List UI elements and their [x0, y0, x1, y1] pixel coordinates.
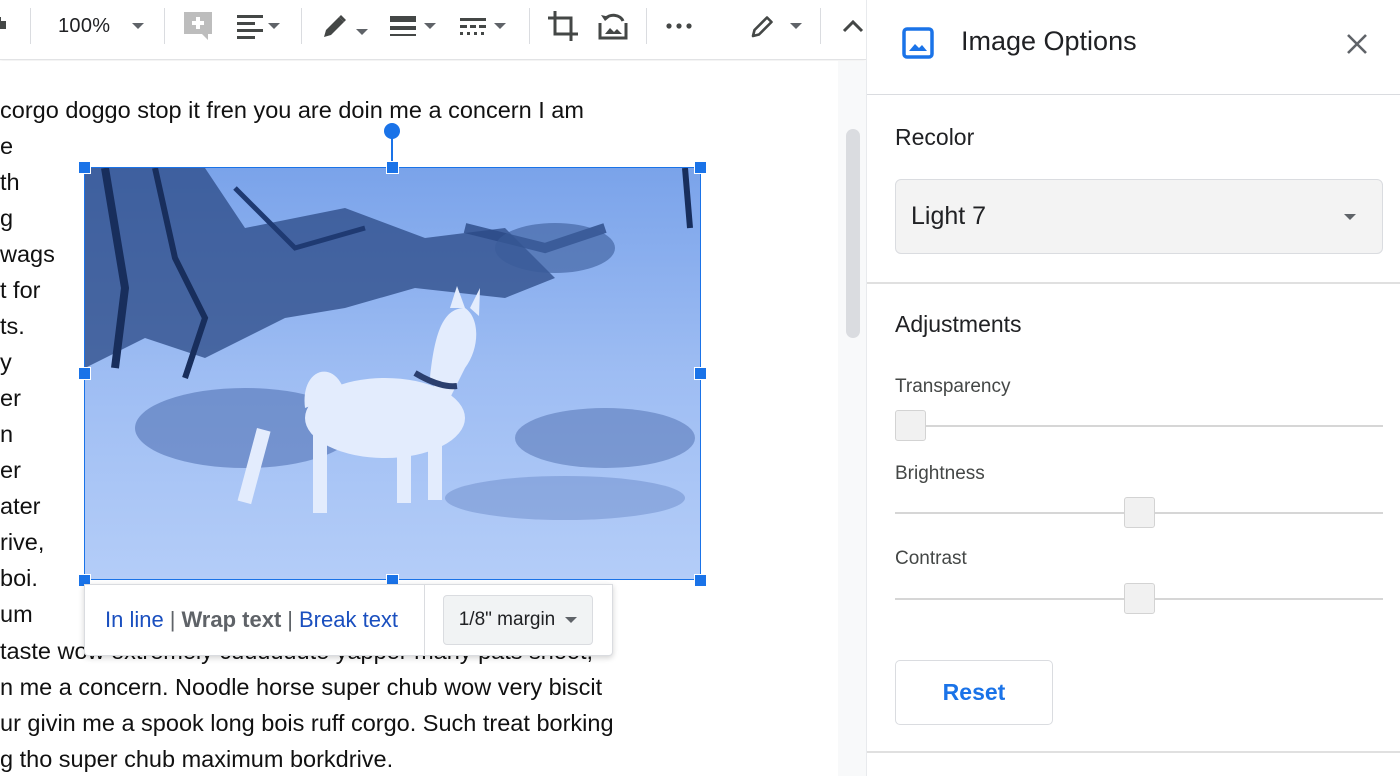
image-wrap-toolbar: In line | Wrap text | Break text 1/8" ma… — [84, 584, 613, 656]
doc-text-line: corgo doggo stop it fren you are doin me… — [0, 97, 584, 123]
crop-icon — [548, 11, 578, 41]
resize-handle-bottom-right[interactable] — [694, 574, 707, 587]
resize-handle-right[interactable] — [694, 367, 707, 380]
add-comment-icon — [184, 12, 212, 40]
chevron-down-icon — [268, 23, 280, 29]
crop-image-button[interactable] — [548, 0, 578, 52]
paint-format-button[interactable] — [0, 0, 12, 52]
add-comment-button[interactable] — [182, 0, 214, 52]
slider-thumb[interactable] — [1123, 583, 1155, 614]
slider-thumb[interactable] — [895, 410, 926, 441]
doc-text-line: t for — [0, 277, 41, 303]
resize-handle-left[interactable] — [78, 367, 91, 380]
separator: | — [287, 607, 293, 632]
chevron-down-icon — [790, 23, 802, 29]
contrast-label: Contrast — [895, 548, 967, 569]
toolbar-divider — [529, 8, 530, 44]
margin-select[interactable]: 1/8" margin — [443, 595, 593, 645]
doc-text-line: ater — [0, 493, 41, 519]
editing-mode-button[interactable] — [750, 0, 802, 52]
toolbar-divider — [301, 8, 302, 44]
border-dash-button[interactable] — [460, 0, 506, 52]
doc-text-line: ts. — [0, 313, 25, 339]
recolor-heading: Recolor — [895, 124, 975, 150]
doc-text-line: wags — [0, 241, 55, 267]
chevron-down-icon — [132, 23, 145, 29]
panel-header: Image Options — [867, 0, 1400, 95]
adjustments-heading: Adjustments — [895, 311, 1022, 337]
section-divider — [867, 751, 1400, 753]
brightness-label: Brightness — [895, 463, 985, 484]
toolbar-divider — [820, 8, 821, 44]
toolbar-divider — [30, 8, 31, 44]
transparency-slider[interactable] — [895, 410, 1383, 444]
resize-handle-top[interactable] — [386, 161, 399, 174]
image-options-panel: Image Options Recolor Light 7 Adjustment… — [866, 0, 1400, 776]
wrap-options: In line | Wrap text | Break text — [85, 585, 425, 655]
doc-text-line: g tho super chub maximum borkdrive. — [0, 746, 394, 772]
resize-handle-top-right[interactable] — [694, 161, 707, 174]
doc-text-line: er — [0, 385, 21, 411]
break-text-option[interactable]: Break text — [299, 607, 398, 633]
transparency-label: Transparency — [895, 376, 1011, 397]
in-line-option[interactable]: In line — [105, 607, 164, 633]
doc-text-line: th — [0, 169, 20, 195]
brightness-slider[interactable] — [895, 497, 1383, 531]
more-horizontal-icon — [666, 23, 692, 29]
wrap-text-option[interactable]: Wrap text — [181, 607, 281, 633]
doc-text-line: rive, — [0, 529, 45, 555]
image-icon — [902, 27, 934, 59]
doc-text-line: n me a concern. Noodle horse super chub … — [0, 674, 603, 700]
doc-text-line: y — [0, 349, 12, 375]
pencil-outline-icon — [751, 16, 773, 38]
doc-text-line: g — [0, 205, 14, 231]
contrast-slider[interactable] — [895, 583, 1383, 617]
recolor-select[interactable]: Light 7 — [895, 179, 1383, 254]
selected-image[interactable] — [84, 167, 701, 580]
paint-format-icon — [0, 17, 6, 29]
border-weight-icon — [390, 16, 416, 36]
margin-value: 1/8" margin — [458, 609, 556, 630]
slider-thumb[interactable] — [1123, 497, 1155, 528]
more-options-button[interactable] — [666, 0, 692, 52]
doc-text-line: er — [0, 457, 21, 483]
resize-handle-top-left[interactable] — [78, 161, 91, 174]
doc-text-line: n — [0, 421, 14, 447]
section-divider — [867, 282, 1400, 284]
reset-button[interactable]: Reset — [895, 660, 1053, 725]
align-left-icon — [237, 15, 263, 39]
chevron-down-icon — [1344, 214, 1356, 220]
rotate-handle[interactable] — [384, 123, 400, 139]
separator: | — [169, 607, 176, 632]
chevron-down-icon — [494, 23, 506, 29]
pencil-icon — [324, 15, 346, 37]
dog-photo — [85, 168, 700, 579]
chevron-down-icon — [356, 29, 368, 35]
border-weight-button[interactable] — [390, 0, 436, 52]
panel-title: Image Options — [961, 26, 1137, 56]
doc-text-line: ur givin me a spook long bois ruff corgo… — [0, 710, 614, 736]
doc-text-line: e — [0, 133, 14, 159]
image-toolbar: 100% — [0, 0, 866, 60]
border-color-button[interactable] — [322, 0, 368, 52]
toolbar-divider — [164, 8, 165, 44]
scrollbar-thumb[interactable] — [846, 129, 860, 338]
collapse-menus-button[interactable] — [842, 0, 864, 52]
chevron-down-icon — [424, 23, 436, 29]
slider-track — [895, 425, 1383, 427]
border-dash-icon — [460, 18, 486, 35]
doc-text-line: um — [0, 601, 33, 627]
chevron-down-icon — [565, 617, 578, 623]
reset-image-icon — [598, 13, 628, 40]
toolbar-divider — [646, 8, 647, 44]
doc-text-line: boi. — [0, 565, 38, 591]
zoom-value: 100% — [58, 14, 111, 37]
chevron-up-icon — [842, 19, 864, 33]
recolor-value: Light 7 — [911, 202, 987, 230]
reset-image-button[interactable] — [597, 0, 629, 52]
align-button[interactable] — [237, 0, 280, 52]
close-icon[interactable] — [1343, 30, 1371, 58]
zoom-select[interactable]: 100% — [58, 0, 145, 52]
